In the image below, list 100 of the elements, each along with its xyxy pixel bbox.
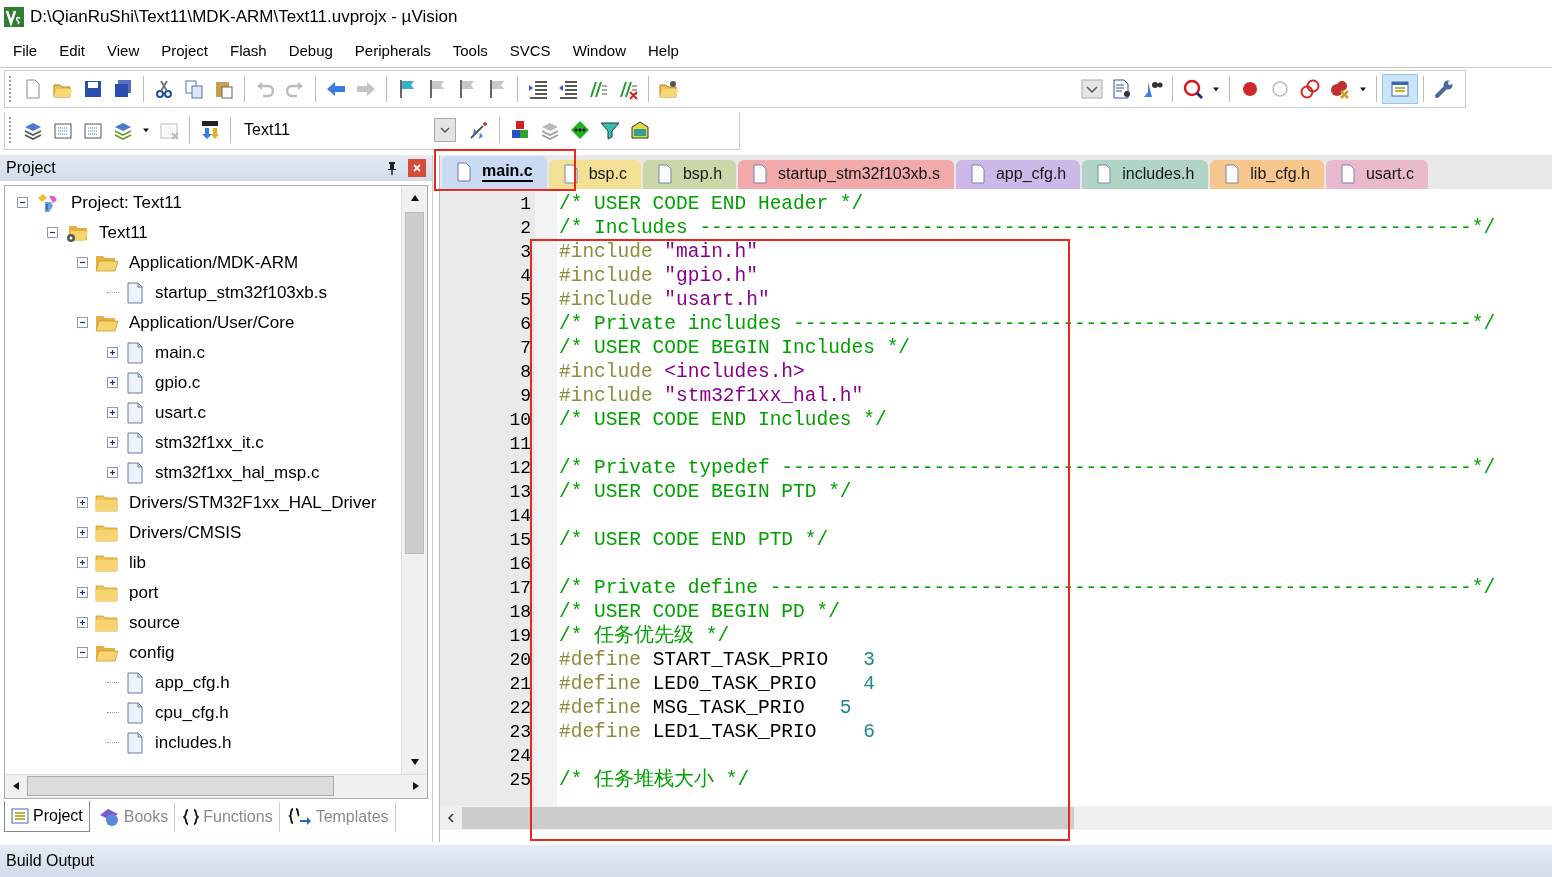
tree-item[interactable]: Drivers/STM32F1xx_HAL_Driver [129,492,377,513]
code-line: /* 任务优先级 */ [559,624,730,647]
panel-tab[interactable]: Books [91,801,176,832]
tree-item[interactable]: cpu_cfg.h [155,702,229,723]
menu-item[interactable]: Peripherals [343,42,442,60]
tree-item[interactable]: usart.c [155,402,207,423]
line-number: 3 [519,240,532,264]
menu-item[interactable]: Edit [48,42,97,60]
expand-icon[interactable] [107,406,119,419]
expand-icon[interactable] [107,466,119,479]
tree-item[interactable]: Application/MDK-ARM [129,252,299,273]
close-icon [412,162,422,173]
app-logo-icon [4,7,24,28]
folder-icon [95,582,119,603]
panel-title: Build Output [6,852,96,870]
file-icon [1339,164,1356,185]
file-tab[interactable]: includes.h [1082,159,1209,189]
expand-icon[interactable] [77,556,89,569]
code-line: /* USER CODE BEGIN PD */ [559,600,840,623]
line-number: 16 [508,552,532,576]
expand-icon[interactable] [77,496,89,509]
pin-icon[interactable] [386,160,398,175]
code-line: /* Includes ------------------------------------------------------------------*/ [559,216,1496,239]
tree-item[interactable]: Application/User/Core [129,312,295,333]
file-tab[interactable]: lib_cfg.h [1210,159,1324,189]
tree-item[interactable]: startup_stm32f103xb.s [155,282,327,303]
tree-item[interactable]: includes.h [155,732,232,753]
line-number: 1 [519,192,532,216]
tree-item[interactable]: Text11 [99,222,148,243]
file-icon [656,164,673,185]
tree-item[interactable]: app_cfg.h [155,672,230,693]
tree-item[interactable]: gpio.c [155,372,201,393]
tree-item[interactable]: source [129,612,181,633]
arrow-left-icon[interactable] [12,781,20,792]
file-tab[interactable]: bsp.c [548,159,641,189]
tree-item[interactable]: stm32f1xx_it.c [155,432,264,453]
line-number: 17 [508,576,532,600]
horizontal-scrollbar[interactable] [5,773,427,798]
chevron-left-icon[interactable] [447,813,455,824]
line-number: 18 [508,600,532,624]
panel-tab[interactable]: Templates [281,801,396,832]
expand-icon[interactable] [107,346,119,359]
file-tab[interactable]: startup_stm32f103xb.s [738,159,954,189]
menu-item[interactable]: Tools [441,42,499,60]
expand-icon[interactable] [107,376,119,389]
collapse-icon[interactable] [17,196,29,209]
folder-icon [95,522,119,543]
panel-tab[interactable]: Functions [177,801,280,832]
braces-arrow-icon [287,806,312,827]
tree-item[interactable]: port [129,582,159,603]
menu-item[interactable]: File [2,42,49,60]
code-line: /* USER CODE END Includes */ [559,408,887,431]
code-line: /* USER CODE BEGIN Includes */ [559,336,911,359]
menu-item[interactable]: Debug [277,42,344,60]
arrow-up-icon[interactable] [409,193,420,202]
file-icon [456,162,472,183]
file-icon [125,671,145,694]
close-button[interactable] [408,158,426,177]
expand-icon[interactable] [77,586,89,599]
tree-item[interactable]: config [129,642,175,663]
tree-item[interactable]: stm32f1xx_hal_msp.c [155,462,320,483]
horizontal-scrollbar[interactable] [440,806,1552,831]
collapse-icon[interactable] [77,646,89,659]
menu-item[interactable]: Help [637,42,690,60]
line-number: 24 [508,744,532,768]
code-line: /* USER CODE END Header */ [559,192,864,215]
code-line: #define LED0_TASK_PRIO 4 [559,672,875,695]
line-number: 19 [508,624,532,648]
code-line: #include "gpio.h" [559,264,758,287]
file-tab[interactable]: main.c [442,155,547,189]
file-tab[interactable]: app_cfg.h [955,159,1081,189]
file-tab[interactable]: bsp.h [642,159,737,189]
menu-item[interactable]: Project [150,42,219,60]
line-number: 15 [508,528,532,552]
tree-item[interactable]: lib [129,552,146,573]
expand-icon[interactable] [107,436,119,449]
menu-item[interactable]: View [96,42,151,60]
tree-item[interactable]: Drivers/CMSIS [129,522,242,543]
file-tab[interactable]: usart.c [1325,159,1428,189]
line-number: 8 [519,360,532,384]
window-icon[interactable] [1382,73,1418,104]
vertical-scrollbar[interactable] [401,185,427,774]
arrow-right-icon[interactable] [412,781,420,792]
window-icon [11,808,29,825]
folder-icon [95,492,119,513]
line-number: 23 [508,720,532,744]
collapse-icon[interactable] [77,256,89,269]
panel-tab[interactable]: Project [4,801,90,833]
menu-item[interactable]: Window [561,42,637,60]
tree-item[interactable]: Project: Text11 [71,192,182,213]
arrow-down-icon[interactable] [409,757,420,766]
menu-item[interactable]: Flash [218,42,278,60]
expand-icon[interactable] [77,526,89,539]
expand-icon[interactable] [77,616,89,629]
braces-icon [183,807,200,826]
tree-item[interactable]: main.c [155,342,206,363]
collapse-icon[interactable] [47,226,59,239]
menu-item[interactable]: SVCS [498,42,562,60]
collapse-icon[interactable] [77,316,89,329]
code-line: #include <includes.h> [559,360,805,383]
